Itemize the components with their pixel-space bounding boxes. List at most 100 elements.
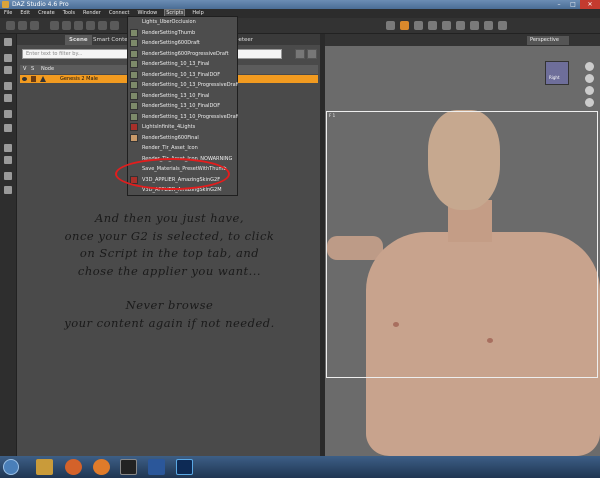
spot-render-icon[interactable]	[442, 21, 451, 30]
aux-viewport-icon[interactable]	[456, 21, 465, 30]
note-line: chose the applier you want...	[77, 263, 262, 278]
scripts-menu-item[interactable]: RenderSetting_13_10_FinalDOF	[128, 101, 238, 112]
word-icon[interactable]	[148, 459, 165, 475]
script-thumbnail-icon	[130, 39, 138, 47]
folder-icon[interactable]	[4, 54, 12, 62]
scripts-menu-item[interactable]: RenderSetting600ProgressiveDraft	[128, 49, 238, 60]
script-label: RenderSetting_10_13_ProgressiveDraft	[142, 82, 238, 88]
figure-icon[interactable]	[4, 144, 12, 152]
window-controls: – □ ✕	[552, 0, 600, 9]
render-settings-icon[interactable]	[414, 21, 423, 30]
photoshop-icon[interactable]	[176, 459, 193, 475]
universal-tool-icon[interactable]	[62, 21, 71, 30]
pan-icon[interactable]	[585, 74, 594, 83]
scripts-menu-item[interactable]: RenderSetting_10_13_ProgressiveDraft	[128, 80, 238, 91]
view-selector[interactable]: Perspective View	[527, 36, 569, 52]
firefox-dev-icon[interactable]	[93, 459, 110, 475]
select-tool-icon[interactable]	[50, 21, 59, 30]
scripts-menu-item[interactable]: RenderSettingThumb	[128, 28, 238, 39]
camera-side-icon[interactable]	[4, 172, 12, 180]
script-thumbnail-icon	[130, 102, 138, 110]
taskbar	[0, 456, 600, 478]
firefox-icon[interactable]	[65, 459, 82, 475]
figure-node-icon	[31, 76, 36, 82]
scale-tool-icon[interactable]	[98, 21, 107, 30]
scripts-menu-item[interactable]: RenderSetting_13_10_ProgressiveDraft	[128, 112, 238, 123]
scripts-menu-item[interactable]: RenderSetting600Final	[128, 133, 238, 144]
script-thumbnail-icon	[130, 49, 138, 58]
toolbar	[0, 18, 600, 34]
new-scene-icon[interactable]	[6, 21, 15, 30]
disk-icon[interactable]	[4, 82, 12, 90]
redo-icon[interactable]	[4, 124, 12, 132]
minimize-button[interactable]: –	[552, 0, 566, 9]
tab-scene[interactable]: Scene	[65, 35, 92, 45]
script-label: Render_Tir_Asset_Icon	[142, 145, 198, 151]
explorer-icon[interactable]	[36, 459, 53, 475]
scripts-menu-item[interactable]: Lights_UberOcclusion	[128, 17, 238, 28]
menu-render[interactable]: Render	[82, 9, 102, 18]
instruction-note: And then you just have, once your G2 is …	[42, 210, 297, 332]
script-label: RenderSetting_10_13_Final	[142, 61, 210, 67]
warning-icon	[40, 76, 46, 82]
camera-icon[interactable]	[386, 21, 395, 30]
script-thumbnail-icon	[130, 91, 138, 100]
menu-tools[interactable]: Tools	[62, 9, 76, 18]
zoom-icon[interactable]	[585, 86, 594, 95]
maximize-button[interactable]: □	[566, 0, 580, 9]
title-bar: DAZ Studio 4.6 Pro – □ ✕	[0, 0, 600, 9]
view-cube[interactable]: Right	[545, 61, 569, 85]
open-icon[interactable]	[18, 21, 27, 30]
joint-editor-icon[interactable]	[110, 21, 119, 30]
options-button[interactable]	[295, 49, 305, 59]
acrobat-icon[interactable]	[120, 459, 137, 475]
menu-edit[interactable]: Edit	[19, 9, 31, 18]
disk-as-icon[interactable]	[4, 94, 12, 102]
undo-icon[interactable]	[4, 110, 12, 118]
script-label: RenderSetting_13_10_Final	[142, 92, 210, 99]
rotate-tool-icon[interactable]	[74, 21, 83, 30]
note-line: on Script in the top tab, and	[79, 246, 260, 260]
scripts-menu-item[interactable]: RenderSetting_13_10_Final	[128, 91, 238, 102]
light-side-icon[interactable]	[4, 186, 12, 194]
light-icon[interactable]	[470, 21, 479, 30]
save-icon[interactable]	[30, 21, 39, 30]
render-icon[interactable]	[400, 21, 409, 30]
menu-button[interactable]	[307, 49, 317, 59]
script-label: RenderSettingThumb	[142, 29, 196, 36]
folder-open-icon[interactable]	[4, 66, 12, 74]
menu-create[interactable]: Create	[37, 9, 56, 18]
column-selectable[interactable]: S	[31, 65, 34, 74]
note-line: And then you just have,	[95, 211, 244, 225]
script-label: LightsInfinite_4Lights	[142, 124, 196, 130]
start-button[interactable]	[3, 459, 19, 475]
script-label: RenderSetting_13_10_ProgressiveDraft	[142, 113, 238, 120]
close-button[interactable]: ✕	[580, 0, 600, 9]
note-line: your content again if not needed.	[64, 315, 275, 330]
scripts-menu-item[interactable]: Render_Tir_Asset_Icon	[128, 143, 238, 154]
menu-bar: File Edit Create Tools Render Connect Wi…	[0, 9, 600, 18]
scripts-menu-item[interactable]: LightsInfinite_4Lights	[128, 122, 238, 133]
frame-icon[interactable]	[585, 98, 594, 107]
scripts-menu-item[interactable]: RenderSetting_10_13_Final	[128, 59, 238, 70]
script-thumbnail-icon	[130, 70, 138, 79]
translate-tool-icon[interactable]	[86, 21, 95, 30]
script-thumbnail-icon	[130, 133, 138, 142]
scripts-menu-item[interactable]: RenderSetting600Draft	[128, 38, 238, 49]
home-icon[interactable]	[4, 38, 12, 46]
script-label: RenderSetting_10_13_FinalDOF	[142, 71, 221, 78]
wireframe-icon[interactable]	[484, 21, 493, 30]
frame-label: F 1	[329, 113, 336, 118]
script-thumbnail-icon	[130, 123, 138, 131]
region-render-icon[interactable]	[428, 21, 437, 30]
grid-icon[interactable]	[498, 21, 507, 30]
column-node[interactable]: Node	[41, 65, 54, 74]
note-line	[42, 280, 297, 297]
column-visible[interactable]: V	[23, 65, 26, 74]
eye-icon[interactable]	[22, 77, 27, 81]
orbit-icon[interactable]	[585, 62, 594, 71]
pose-icon[interactable]	[4, 156, 12, 164]
script-label: Lights_UberOcclusion	[142, 19, 196, 25]
menu-file[interactable]: File	[3, 9, 13, 18]
scripts-menu-item[interactable]: RenderSetting_10_13_FinalDOF	[128, 70, 238, 81]
